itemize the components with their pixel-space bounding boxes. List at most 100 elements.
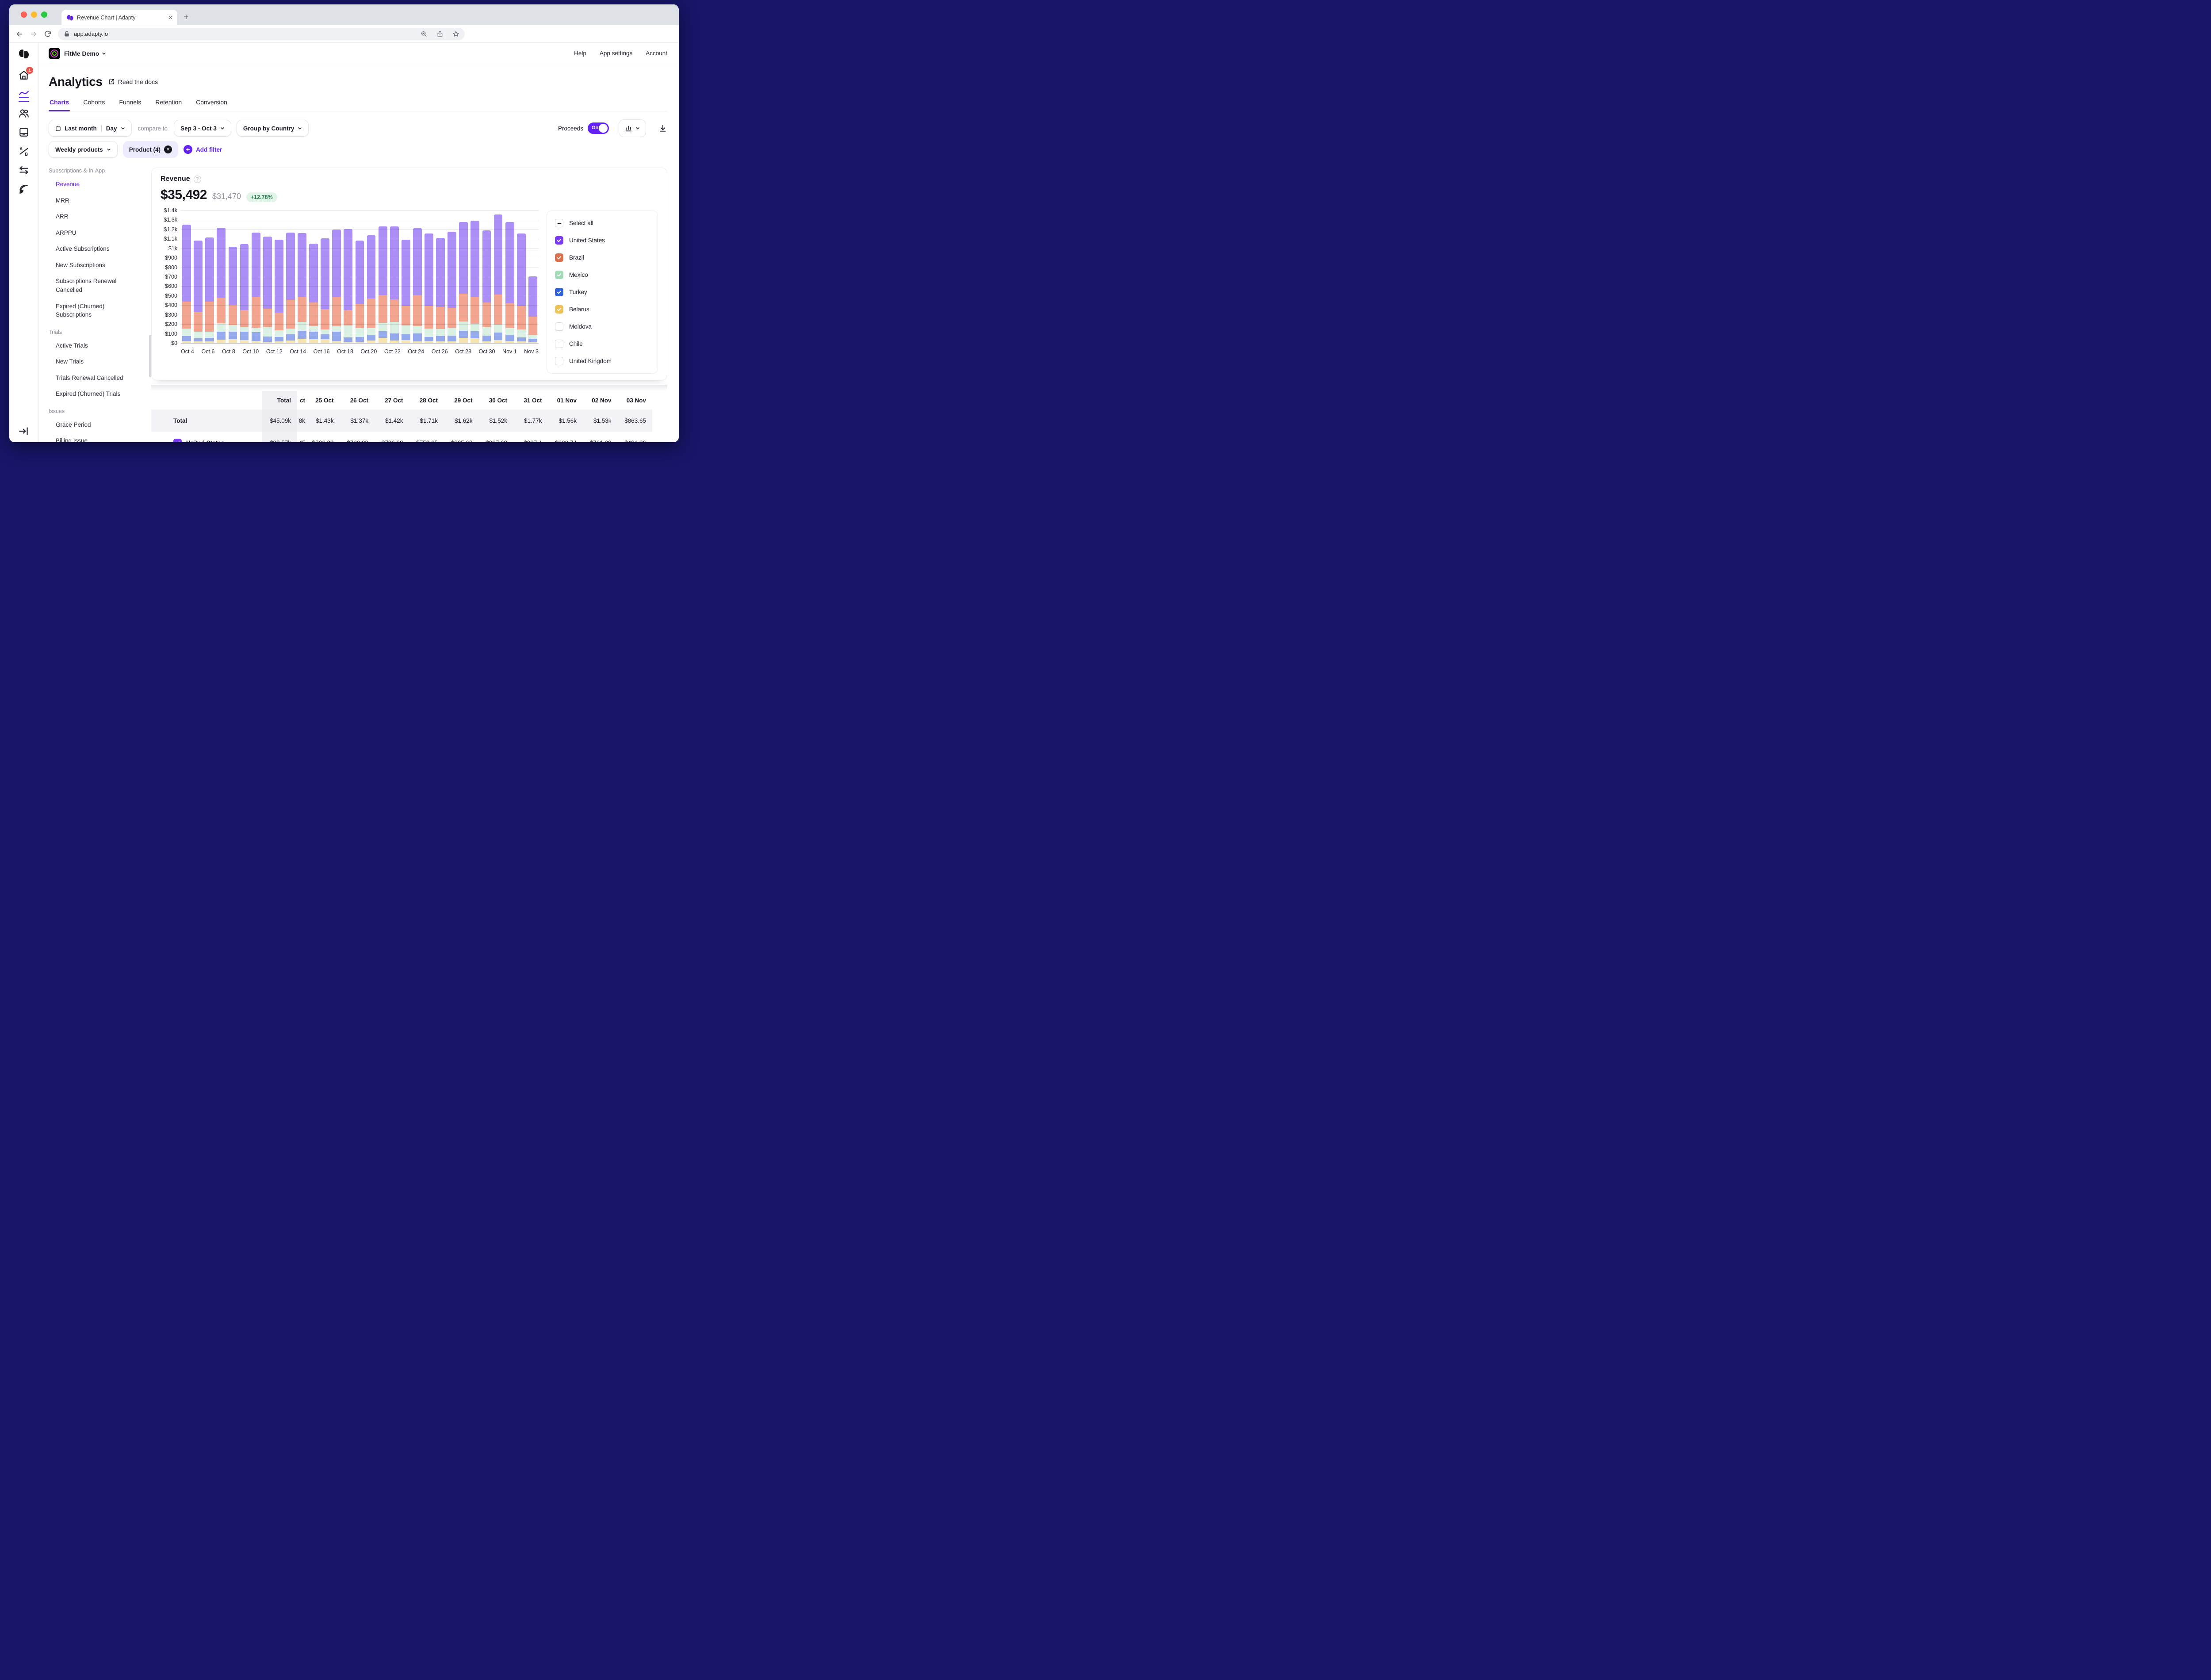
sidebar-item-active-trials[interactable]: Active Trials — [49, 341, 128, 350]
nav-analytics-icon[interactable] — [18, 88, 30, 100]
adapty-logo-icon[interactable] — [18, 49, 30, 59]
app-avatar[interactable] — [49, 48, 60, 59]
bar-oct-21[interactable] — [379, 226, 387, 343]
legend-item-united-kingdom[interactable]: United Kingdom — [555, 352, 650, 370]
zoom-window-button[interactable] — [41, 11, 47, 18]
row-checkbox-icon[interactable] — [173, 439, 182, 443]
checkbox-icon[interactable] — [555, 340, 563, 348]
bar-oct-11[interactable] — [263, 237, 272, 343]
checkbox-icon[interactable] — [555, 288, 563, 296]
sidebar-item-active-subscriptions[interactable]: Active Subscriptions — [49, 245, 128, 253]
products-dropdown[interactable]: Weekly products — [49, 141, 118, 158]
url-bar[interactable]: app.adapty.io — [58, 28, 465, 40]
bar-oct-10[interactable] — [252, 233, 260, 343]
reload-icon[interactable] — [44, 30, 52, 38]
app-settings-link[interactable]: App settings — [600, 50, 632, 57]
tab-conversion[interactable]: Conversion — [195, 99, 228, 111]
bar-nov-1[interactable] — [505, 222, 514, 343]
proceeds-toggle[interactable]: On — [588, 122, 609, 134]
sidebar-item-grace-period[interactable]: Grace Period — [49, 421, 128, 429]
nav-event-feed-icon[interactable] — [18, 184, 30, 195]
bar-oct-15[interactable] — [309, 244, 318, 343]
bar-oct-4[interactable] — [182, 225, 191, 343]
collapse-sidebar-icon[interactable] — [18, 425, 30, 437]
tab-close-icon[interactable]: ✕ — [168, 14, 173, 21]
bar-oct-6[interactable] — [205, 237, 214, 343]
group-by-dropdown[interactable]: Group by Country — [237, 120, 309, 137]
chart-type-dropdown[interactable] — [619, 119, 646, 137]
bar-oct-25[interactable] — [425, 233, 433, 343]
bar-oct-19[interactable] — [356, 241, 364, 343]
legend-item-chile[interactable]: Chile — [555, 335, 650, 352]
date-range-dropdown[interactable]: Last monthDay — [49, 120, 132, 137]
sidebar-item-subscriptions-renewal-cancelled[interactable]: Subscriptions Renewal Cancelled — [49, 277, 128, 294]
legend-item-brazil[interactable]: Brazil — [555, 249, 650, 266]
sidebar-item-trials-renewal-cancelled[interactable]: Trials Renewal Cancelled — [49, 374, 128, 383]
sidebar-item-new-trials[interactable]: New Trials — [49, 357, 128, 366]
sidebar-item-new-subscriptions[interactable]: New Subscriptions — [49, 261, 128, 270]
bar-oct-26[interactable] — [436, 238, 445, 343]
app-name[interactable]: FitMe Demo — [64, 50, 99, 57]
browser-tab[interactable]: Revenue Chart | Adapty ✕ — [61, 10, 177, 25]
checkbox-icon[interactable] — [555, 357, 563, 365]
tab-funnels[interactable]: Funnels — [118, 99, 142, 111]
bar-oct-23[interactable] — [402, 240, 410, 343]
bar-oct-9[interactable] — [240, 244, 249, 343]
account-link[interactable]: Account — [646, 50, 667, 57]
checkbox-icon[interactable] — [555, 305, 563, 314]
new-tab-button[interactable]: + — [184, 12, 189, 23]
sidebar-item-billing-issue[interactable]: Billing Issue — [49, 436, 128, 442]
download-icon[interactable] — [658, 124, 667, 133]
forward-icon[interactable] — [30, 30, 38, 38]
bar-nov-2[interactable] — [517, 233, 526, 343]
product-filter-chip[interactable]: Product (4) ✕ — [123, 141, 178, 158]
checkbox-icon[interactable] — [555, 322, 563, 331]
sidebar-item-mrr[interactable]: MRR — [49, 196, 128, 205]
minimize-window-button[interactable] — [31, 11, 37, 18]
compare-range-dropdown[interactable]: Sep 3 - Oct 3 — [174, 120, 231, 137]
bar-oct-28[interactable] — [459, 222, 468, 343]
share-icon[interactable] — [436, 31, 444, 38]
tab-charts[interactable]: Charts — [49, 99, 70, 111]
nav-home-icon[interactable]: 1 — [18, 69, 30, 81]
bar-oct-8[interactable] — [229, 247, 237, 343]
sidebar-item-arr[interactable]: ARR — [49, 212, 128, 221]
sidebar-item-arppu[interactable]: ARPPU — [49, 229, 128, 237]
bar-oct-7[interactable] — [217, 228, 226, 343]
legend-item-select-all[interactable]: Select all — [555, 214, 650, 232]
bar-oct-16[interactable] — [321, 238, 329, 343]
nav-ab-test-icon[interactable]: AB — [18, 145, 30, 157]
add-filter-button[interactable]: + Add filter — [184, 145, 222, 154]
bar-oct-13[interactable] — [286, 233, 295, 343]
bar-oct-12[interactable] — [275, 240, 283, 343]
help-link[interactable]: Help — [574, 50, 586, 57]
back-icon[interactable] — [15, 30, 23, 38]
bookmark-star-icon[interactable] — [452, 31, 459, 38]
bar-oct-24[interactable] — [413, 228, 422, 343]
bar-oct-20[interactable] — [367, 235, 376, 343]
tab-cohorts[interactable]: Cohorts — [82, 99, 106, 111]
checkbox-icon[interactable] — [555, 219, 563, 227]
bar-oct-5[interactable] — [194, 241, 203, 343]
nav-integrations-icon[interactable] — [18, 165, 30, 176]
checkbox-icon[interactable] — [555, 236, 563, 245]
sidebar-item-expired-churned-subscriptions[interactable]: Expired (Churned) Subscriptions — [49, 302, 128, 319]
checkbox-icon[interactable] — [555, 253, 563, 262]
bar-oct-22[interactable] — [390, 226, 399, 343]
close-window-button[interactable] — [21, 11, 27, 18]
sidebar-scrollbar[interactable] — [149, 335, 151, 377]
read-the-docs-link[interactable]: Read the docs — [108, 78, 158, 85]
bar-oct-14[interactable] — [298, 233, 306, 343]
sidebar-item-revenue[interactable]: Revenue — [49, 180, 128, 189]
traffic-lights[interactable] — [21, 11, 47, 18]
legend-item-turkey[interactable]: Turkey — [555, 283, 650, 301]
nav-audience-icon[interactable] — [18, 107, 30, 119]
help-tooltip-icon[interactable]: ? — [194, 176, 201, 183]
nav-paywalls-icon[interactable] — [18, 126, 30, 138]
legend-item-moldova[interactable]: Moldova — [555, 318, 650, 335]
legend-item-mexico[interactable]: Mexico — [555, 266, 650, 283]
tab-retention[interactable]: Retention — [154, 99, 183, 111]
legend-item-united-states[interactable]: United States — [555, 232, 650, 249]
remove-filter-icon[interactable]: ✕ — [164, 145, 172, 153]
checkbox-icon[interactable] — [555, 271, 563, 279]
